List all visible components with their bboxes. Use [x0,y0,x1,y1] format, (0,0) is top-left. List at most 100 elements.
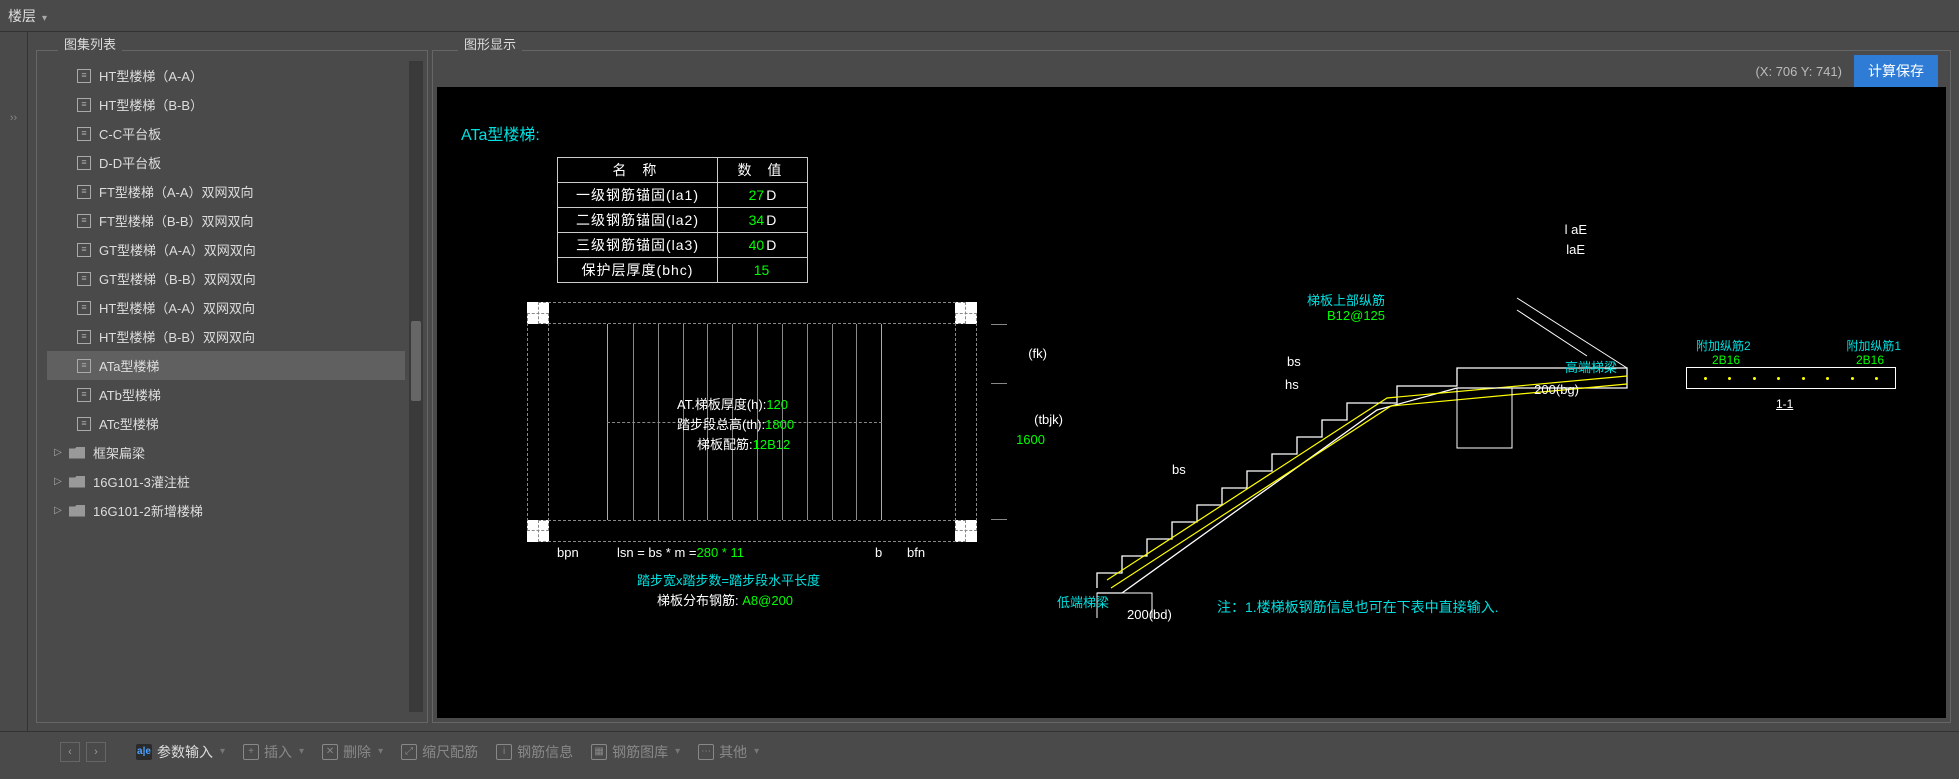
library-icon: ▦ [591,744,607,760]
drawing-note: 注：1.楼梯板钢筋信息也可在下表中直接输入. [1217,597,1499,617]
tree-item[interactable]: GT型楼梯（A-A）双网双向 [47,235,405,264]
parameter-table: 名 称数 值 一级钢筋锚固(la1)27D二级钢筋锚固(la2)34D三级钢筋锚… [557,157,808,283]
collapse-handle[interactable]: ›› [10,112,17,124]
nav-prev-button[interactable]: ‹ [60,742,80,762]
tree-item[interactable]: D-D平台板 [47,148,405,177]
floor-menu[interactable]: 楼层▾ [8,6,47,26]
param-name: 一级钢筋锚固(la1) [558,183,718,208]
table-row: 二级钢筋锚固(la2)34D [558,208,808,233]
table-header-name: 名 称 [558,158,718,183]
document-icon [77,359,91,373]
table-header-value: 数 值 [718,158,808,183]
other-button[interactable]: ⋯其他▾ [698,742,759,762]
scrollbar-thumb[interactable] [411,321,421,401]
tree-item-label: ATa型楼梯 [99,356,159,375]
tree-item-label: HT型楼梯（A-A）双网双向 [99,298,255,317]
calculate-save-button[interactable]: 计算保存 [1854,55,1938,87]
plan-view: AT.梯板厚度(h):120 踏步段总高(th):1800 梯板配筋:12B12… [527,302,977,562]
tree-item[interactable]: ATa型楼梯 [47,351,405,380]
tree-item-label: D-D平台板 [99,153,161,172]
tree-item-label: ATc型楼梯 [99,414,159,433]
left-collapse-strip: ›› [0,32,28,731]
document-icon [77,98,91,112]
expand-icon[interactable]: ▷ [51,505,65,516]
tree-item-label: FT型楼梯（A-A）双网双向 [99,182,254,201]
tree-group-label: 16G101-2新增楼梯 [93,501,203,520]
section-view: l aE laE 梯板上部纵筋 B12@125 bs hs 高端梯梁 200(b… [1057,182,1717,622]
tree-item-label: GT型楼梯（A-A）双网双向 [99,240,256,259]
top-menu-bar: 楼层▾ [0,0,1959,32]
document-icon [77,156,91,170]
tree-item[interactable]: ATc型楼梯 [47,409,405,438]
tree-group-label: 框架扁梁 [93,443,145,462]
chevron-down-icon: ▾ [42,13,47,24]
tree-item-label: HT型楼梯（A-A） [99,66,203,85]
tree-group-label: 16G101-3灌注桩 [93,472,190,491]
tree-item-label: C-C平台板 [99,124,161,143]
delete-button[interactable]: ✕删除▾ [322,742,383,762]
expand-icon[interactable]: ▷ [51,447,65,458]
tree-item[interactable]: C-C平台板 [47,119,405,148]
tree-item-label: FT型楼梯（B-B）双网双向 [99,211,254,230]
document-icon [77,272,91,286]
param-value[interactable]: 34D [718,208,808,233]
param-value[interactable]: 40D [718,233,808,258]
tree-item[interactable]: HT型楼梯（B-B） [47,90,405,119]
section-detail-1-1: 附加纵筋2 2B16 附加纵筋1 2B16 1-1 [1686,367,1896,389]
param-icon: a|e [136,744,152,760]
other-icon: ⋯ [698,744,714,760]
document-icon [77,214,91,228]
tree-group[interactable]: ▷ 框架扁梁 [47,438,405,467]
tree-item[interactable]: HT型楼梯（A-A）双网双向 [47,293,405,322]
scale-rebar-button[interactable]: ⤢缩尺配筋 [401,742,478,762]
tree-item[interactable]: GT型楼梯（B-B）双网双向 [47,264,405,293]
insert-icon: + [243,744,259,760]
cursor-coordinates: (X: 706 Y: 741) [1755,64,1842,79]
tree-item[interactable]: ATb型楼梯 [47,380,405,409]
tree-item-label: GT型楼梯（B-B）双网双向 [99,269,256,288]
tree-item-label: HT型楼梯（B-B）双网双向 [99,327,255,346]
param-input-button[interactable]: a|e参数输入▾ [136,742,225,762]
document-icon [77,243,91,257]
folder-icon [69,447,85,459]
document-icon [77,127,91,141]
bottom-toolbar: ‹ › a|e参数输入▾ +插入▾ ✕删除▾ ⤢缩尺配筋 i钢筋信息 ▦钢筋图库… [0,731,1959,771]
tree-item[interactable]: FT型楼梯（B-B）双网双向 [47,206,405,235]
folder-icon [69,476,85,488]
insert-button[interactable]: +插入▾ [243,742,304,762]
graphic-panel-title: 图形显示 [458,34,522,53]
tree-item[interactable]: HT型楼梯（B-B）双网双向 [47,322,405,351]
info-icon: i [496,744,512,760]
graphic-panel: 图形显示 (X: 706 Y: 741) 计算保存 ATa型楼梯: 名 称数 值… [428,32,1959,731]
expand-icon[interactable]: ▷ [51,476,65,487]
param-name: 保护层厚度(bhc) [558,258,718,283]
table-row: 保护层厚度(bhc)15 [558,258,808,283]
document-icon [77,69,91,83]
tree-group[interactable]: ▷ 16G101-3灌注桩 [47,467,405,496]
tree-item[interactable]: HT型楼梯（A-A） [47,61,405,90]
delete-icon: ✕ [322,744,338,760]
rebar-library-button[interactable]: ▦钢筋图库▾ [591,742,680,762]
rebar-info-button[interactable]: i钢筋信息 [496,742,573,762]
document-icon [77,330,91,344]
document-icon [77,301,91,315]
drawing-title: ATa型楼梯: [461,121,540,145]
table-row: 一级钢筋锚固(la1)27D [558,183,808,208]
param-name: 二级钢筋锚固(la2) [558,208,718,233]
drawing-canvas[interactable]: ATa型楼梯: 名 称数 值 一级钢筋锚固(la1)27D二级钢筋锚固(la2)… [437,87,1946,718]
atlas-list-title: 图集列表 [58,34,122,53]
nav-next-button[interactable]: › [86,742,106,762]
table-row: 三级钢筋锚固(la3)40D [558,233,808,258]
document-icon [77,185,91,199]
scale-icon: ⤢ [401,744,417,760]
tree-item-label: HT型楼梯（B-B） [99,95,203,114]
tree-item[interactable]: FT型楼梯（A-A）双网双向 [47,177,405,206]
folder-icon [69,505,85,517]
atlas-tree[interactable]: HT型楼梯（A-A） HT型楼梯（B-B） C-C平台板 D-D平台板 FT型楼梯（A-… [47,61,425,712]
param-value[interactable]: 15 [718,258,808,283]
tree-scrollbar[interactable] [409,61,423,712]
document-icon [77,388,91,402]
tree-group[interactable]: ▷ 16G101-2新增楼梯 [47,496,405,525]
param-value[interactable]: 27D [718,183,808,208]
param-name: 三级钢筋锚固(la3) [558,233,718,258]
